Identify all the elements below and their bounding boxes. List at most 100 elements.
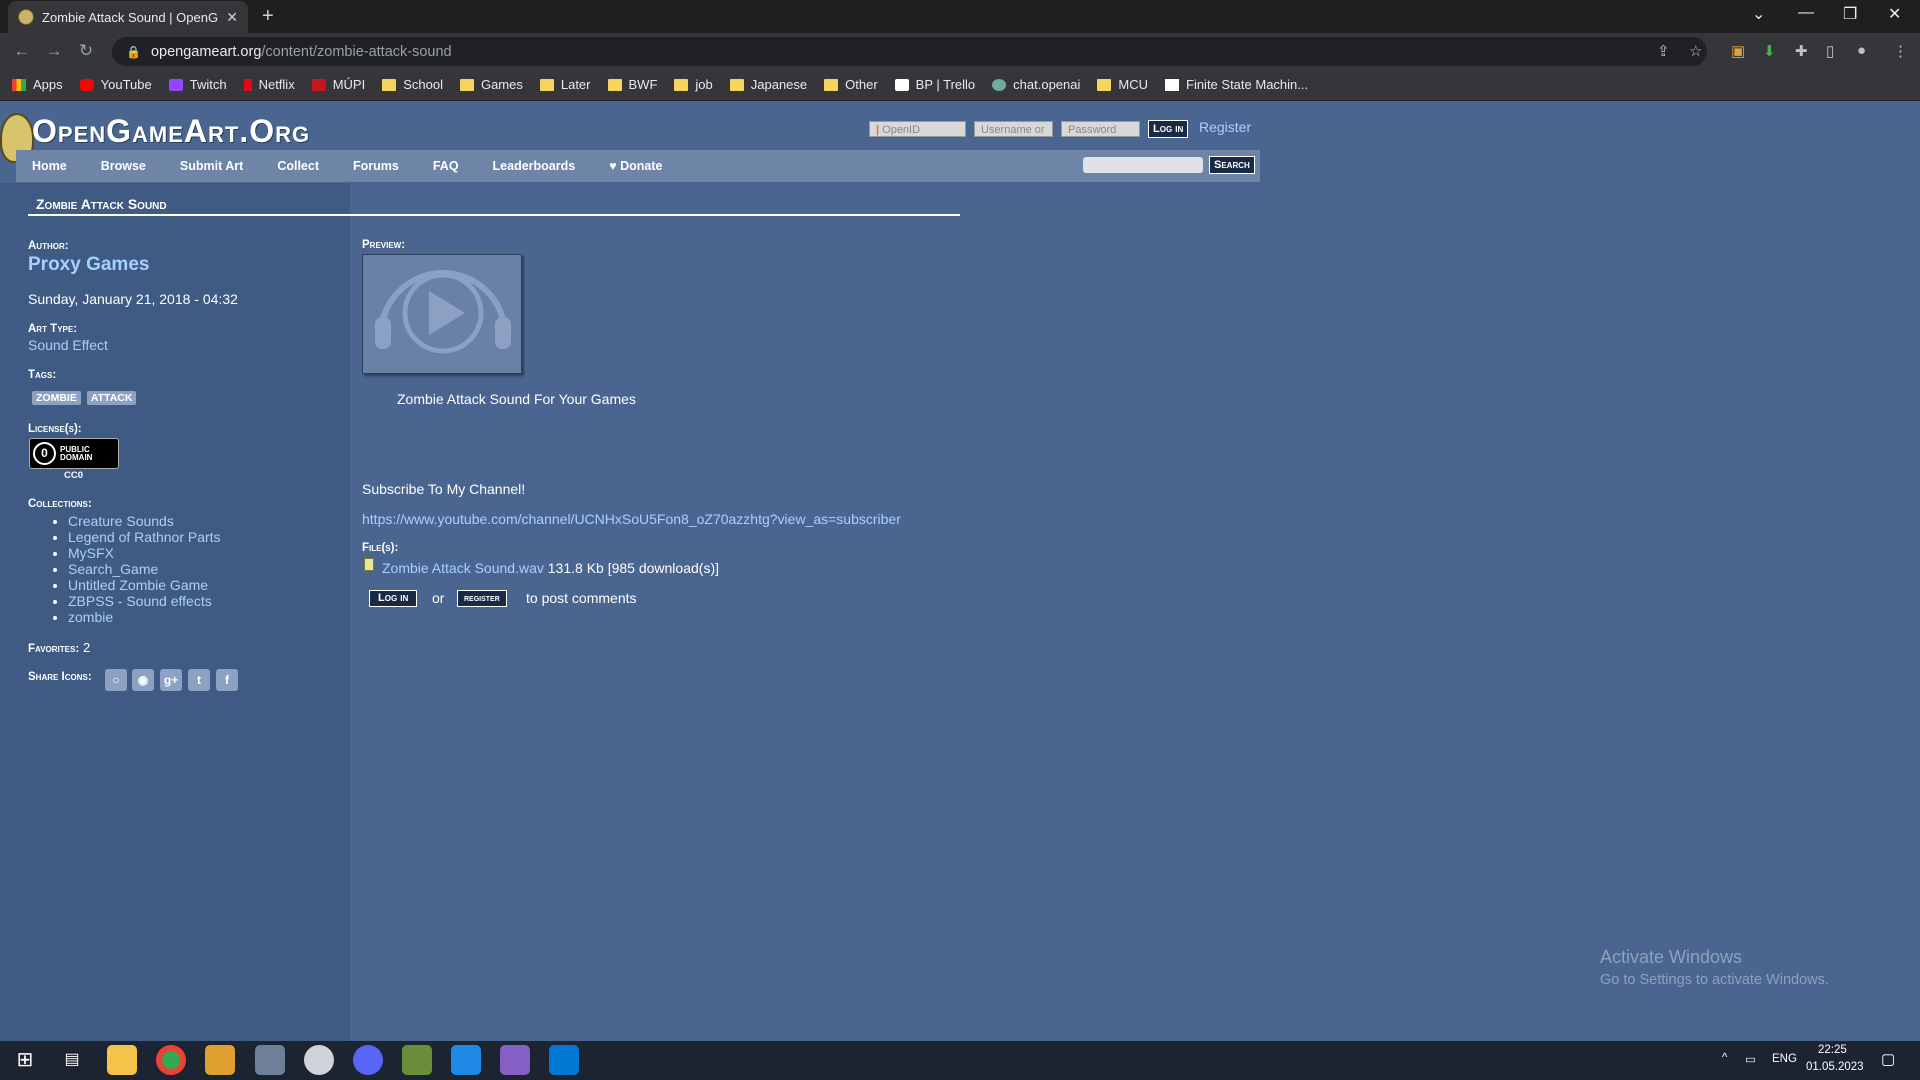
bookmark-2[interactable]: Twitch <box>168 77 227 92</box>
minecraft-icon[interactable] <box>402 1045 432 1075</box>
calculator-icon[interactable] <box>549 1045 579 1075</box>
app-archive-icon[interactable] <box>255 1045 285 1075</box>
art-type-link[interactable]: Sound Effect <box>28 337 108 353</box>
nav-faq[interactable]: FAQ <box>433 159 459 173</box>
subscribe-text: Subscribe To My Channel! <box>362 481 526 497</box>
bookmark-10[interactable]: Japanese <box>729 77 807 92</box>
collection-link[interactable]: Untitled Zombie Game <box>68 577 208 593</box>
tray-language[interactable]: ENG <box>1772 1053 1797 1065</box>
tray-network-icon[interactable]: ▭ <box>1745 1052 1756 1066</box>
comment-register-button[interactable]: register <box>457 590 507 607</box>
bookmark-12[interactable]: BP | Trello <box>894 77 975 92</box>
nav-donate[interactable]: ♥ Donate <box>609 159 662 173</box>
chrome-taskbar-icon[interactable] <box>156 1045 186 1075</box>
google-plus-share-icon[interactable]: g+ <box>160 669 182 691</box>
forward-arrow-icon[interactable]: → <box>38 41 70 61</box>
openid-input[interactable]: | OpenID <box>869 121 966 137</box>
nav-collect[interactable]: Collect <box>277 159 319 173</box>
app-circle-icon[interactable] <box>304 1045 334 1075</box>
tray-date[interactable]: 01.05.2023 <box>1806 1061 1864 1073</box>
bookmark-0[interactable]: Apps <box>12 77 63 92</box>
author-link[interactable]: Proxy Games <box>28 254 149 276</box>
tag-zombie[interactable]: ZOMBIE <box>32 391 81 405</box>
collection-link[interactable]: Creature Sounds <box>68 513 174 529</box>
profile-avatar[interactable]: ● <box>1857 42 1866 59</box>
task-view-icon[interactable]: ▤ <box>57 1045 87 1075</box>
bookmark-11[interactable]: Other <box>824 77 878 92</box>
restore-window-icon[interactable]: ❐ <box>1843 4 1857 24</box>
notifications-icon[interactable]: ▢ <box>1881 1050 1895 1068</box>
collection-link[interactable]: zombie <box>68 609 113 625</box>
download-extension-icon[interactable]: ⬇ <box>1763 42 1776 60</box>
openid-share-icon[interactable]: ○ <box>105 669 127 691</box>
password-input[interactable]: Password <box>1061 121 1140 137</box>
site-header: OpenGameArt.Org | OpenID Username or Pas… <box>0 101 1260 163</box>
share-page-icon[interactable]: ⇪ <box>1657 42 1670 60</box>
bookmark-6[interactable]: Games <box>459 77 523 92</box>
side-panel-icon[interactable]: ▯ <box>1826 42 1834 60</box>
facebook-share-icon[interactable]: f <box>216 669 238 691</box>
tray-chevron-icon[interactable]: ^ <box>1722 1052 1727 1064</box>
file-explorer-icon[interactable] <box>107 1045 137 1075</box>
app-owl-icon[interactable] <box>205 1045 235 1075</box>
site-search-button[interactable]: Search <box>1209 156 1255 174</box>
cc0-license-badge[interactable]: 0 PUBLIC DOMAIN <box>29 438 119 469</box>
extension-1-icon[interactable]: ▣ <box>1731 42 1745 60</box>
bookmark-13[interactable]: chat.openai <box>992 77 1080 92</box>
windows-start-icon[interactable]: ⊞ <box>10 1045 40 1075</box>
username-input[interactable]: Username or <box>974 121 1053 137</box>
art-type-label: Art Type: <box>28 323 78 335</box>
reddit-share-icon[interactable]: ◉ <box>132 669 154 691</box>
bookmark-4[interactable]: MÚPI <box>311 77 365 92</box>
nav-home[interactable]: Home <box>32 159 67 173</box>
nav-browse[interactable]: Browse <box>101 159 146 173</box>
tab-active[interactable]: Zombie Attack Sound | OpenGam ✕ <box>8 1 248 33</box>
visual-studio-icon[interactable] <box>500 1045 530 1075</box>
bookmark-star-icon[interactable]: ☆ <box>1689 42 1702 60</box>
reload-icon[interactable]: ↻ <box>70 41 102 61</box>
favorites-label: Favorites: <box>28 643 80 655</box>
minimize-window-icon[interactable]: — <box>1798 4 1814 22</box>
bookmark-1[interactable]: YouTube <box>79 77 152 92</box>
chrome-menu-icon[interactable]: ⋮ <box>1893 42 1908 60</box>
new-tab-button[interactable]: + <box>262 5 274 28</box>
tray-time[interactable]: 22:25 <box>1818 1044 1847 1056</box>
netflix-icon <box>243 78 252 91</box>
site-search-input[interactable] <box>1083 157 1203 173</box>
site-logo[interactable]: OpenGameArt.Org <box>32 113 310 150</box>
collection-link[interactable]: ZBPSS - Sound effects <box>68 593 212 609</box>
collection-link[interactable]: MySFX <box>68 545 114 561</box>
discord-icon[interactable] <box>353 1045 383 1075</box>
file-download-link[interactable]: Zombie Attack Sound.wav <box>382 560 544 576</box>
url-host: opengameart.org <box>150 43 262 60</box>
collection-link[interactable]: Legend of Rathnor Parts <box>68 529 221 545</box>
audio-preview-player[interactable] <box>362 254 522 374</box>
cc0-badge-text: PUBLIC DOMAIN <box>60 445 92 462</box>
nav-submit-art[interactable]: Submit Art <box>180 159 243 173</box>
bookmark-8[interactable]: BWF <box>607 77 657 92</box>
register-link[interactable]: Register <box>1199 119 1251 135</box>
bookmark-label: Finite State Machin... <box>1186 77 1309 92</box>
bookmark-15[interactable]: Finite State Machin... <box>1165 77 1308 92</box>
youtube-channel-link[interactable]: https://www.youtube.com/channel/UCNHxSoU… <box>362 511 901 527</box>
back-arrow-icon[interactable]: ← <box>6 41 38 61</box>
header-login-button[interactable]: Log in <box>1148 120 1189 138</box>
tag-attack[interactable]: ATTACK <box>86 391 137 405</box>
bookmark-3[interactable]: Netflix <box>243 77 295 92</box>
address-bar[interactable]: 🔒 opengameart.org/content/zombie-attack-… <box>112 37 1707 66</box>
close-tab-icon[interactable]: ✕ <box>226 9 238 26</box>
nav-forums[interactable]: Forums <box>353 159 399 173</box>
bookmark-5[interactable]: School <box>382 77 443 92</box>
collection-link[interactable]: Search_Game <box>68 561 158 577</box>
bookmark-9[interactable]: job <box>674 77 713 92</box>
twitter-share-icon[interactable]: t <box>188 669 210 691</box>
bookmark-14[interactable]: MCU <box>1097 77 1148 92</box>
file-meta: 131.8 Kb [985 download(s)] <box>547 560 719 576</box>
comment-login-button[interactable]: Log in <box>369 590 418 607</box>
extensions-puzzle-icon[interactable]: ✚ <box>1795 42 1808 60</box>
tab-search-icon[interactable]: ⌄ <box>1752 4 1765 24</box>
nav-leaderboards[interactable]: Leaderboards <box>493 159 576 173</box>
vscode-icon[interactable] <box>451 1045 481 1075</box>
close-window-icon[interactable]: ✕ <box>1888 4 1901 24</box>
bookmark-7[interactable]: Later <box>539 77 591 92</box>
